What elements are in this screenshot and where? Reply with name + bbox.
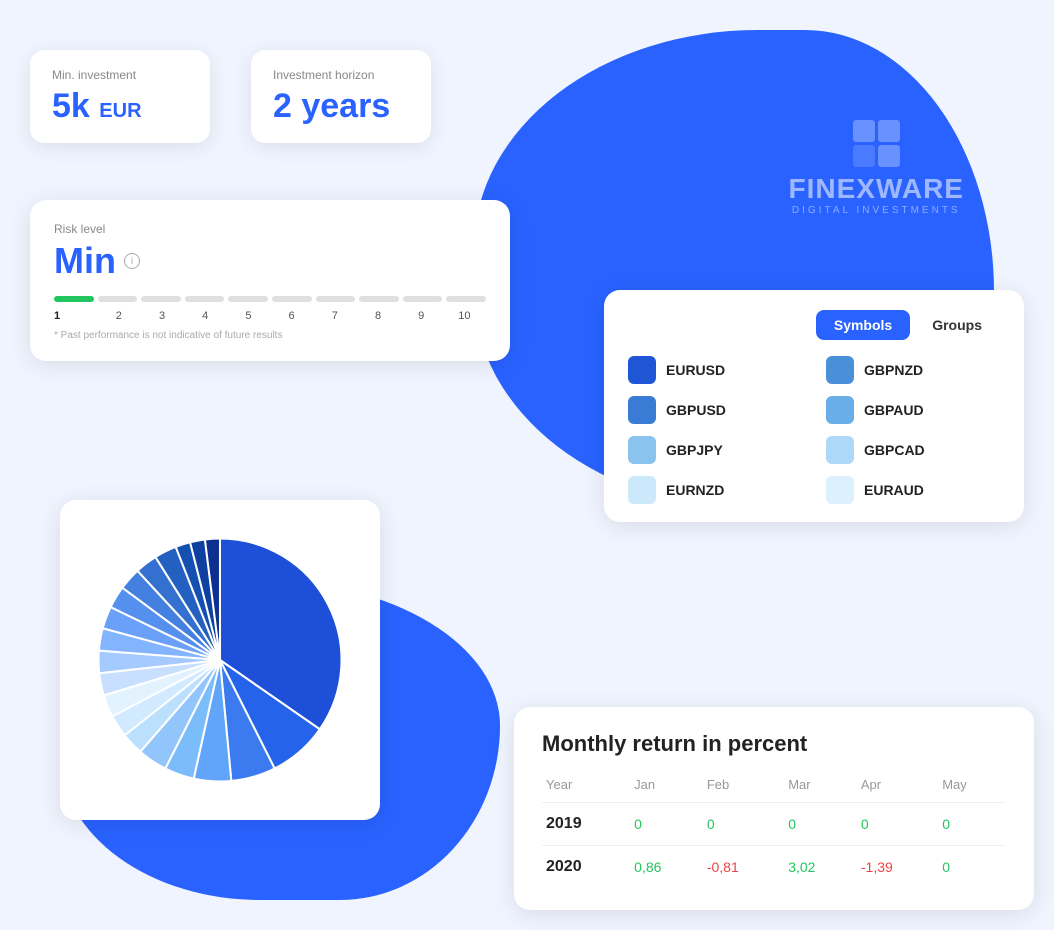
risk-segment-6 bbox=[272, 296, 312, 302]
value-cell: 0 bbox=[938, 846, 1006, 889]
pie-chart bbox=[85, 525, 355, 795]
table-row: 20200,86-0,813,02-1,390 bbox=[542, 846, 1006, 889]
symbol-item: EURUSD bbox=[628, 356, 802, 384]
risk-segment-7 bbox=[316, 296, 356, 302]
risk-segment-8 bbox=[359, 296, 399, 302]
risk-card: Risk level Min i 1 2 3 4 5 6 7 8 9 10 * … bbox=[30, 200, 510, 361]
symbol-name: GBPNZD bbox=[864, 362, 923, 378]
value-cell: -0,81 bbox=[703, 846, 784, 889]
horizon-value: 2 years bbox=[273, 88, 403, 125]
symbol-name: GBPUSD bbox=[666, 402, 726, 418]
logo-name: FINEXWARE bbox=[789, 173, 964, 205]
risk-numbers: 1 2 3 4 5 6 7 8 9 10 bbox=[54, 310, 486, 322]
monthly-col-header: Year bbox=[542, 773, 630, 803]
symbol-color-swatch bbox=[628, 476, 656, 504]
symbol-name: GBPCAD bbox=[864, 442, 925, 458]
logo-area: FINEXWARE Digital Investments bbox=[789, 120, 964, 216]
symbol-item: GBPUSD bbox=[628, 396, 802, 424]
horizon-label: Investment horizon bbox=[273, 68, 403, 82]
value-cell: -1,39 bbox=[857, 846, 938, 889]
monthly-col-header: Jan bbox=[630, 773, 703, 803]
risk-disclaimer: * Past performance is not indicative of … bbox=[54, 330, 486, 341]
logo-icon bbox=[789, 120, 964, 167]
value-cell: 0 bbox=[703, 803, 784, 846]
symbol-item: GBPAUD bbox=[826, 396, 1000, 424]
risk-segment-10 bbox=[446, 296, 486, 302]
year-cell: 2019 bbox=[542, 803, 630, 846]
symbol-item: EURAUD bbox=[826, 476, 1000, 504]
symbol-name: GBPJPY bbox=[666, 442, 723, 458]
value-cell: 0 bbox=[938, 803, 1006, 846]
monthly-col-header: Feb bbox=[703, 773, 784, 803]
risk-segment-1 bbox=[54, 296, 94, 302]
value-cell: 3,02 bbox=[784, 846, 857, 889]
symbol-item: GBPNZD bbox=[826, 356, 1000, 384]
min-investment-value: 5k EUR bbox=[52, 88, 182, 125]
symbol-name: EURUSD bbox=[666, 362, 725, 378]
symbol-name: EURNZD bbox=[666, 482, 724, 498]
symbol-color-swatch bbox=[628, 436, 656, 464]
monthly-col-header: Mar bbox=[784, 773, 857, 803]
symbol-color-swatch bbox=[826, 436, 854, 464]
value-cell: 0,86 bbox=[630, 846, 703, 889]
risk-label: Risk level bbox=[54, 222, 486, 236]
monthly-return-table: YearJanFebMarAprMay20190000020200,86-0,8… bbox=[542, 773, 1006, 888]
risk-segment-9 bbox=[403, 296, 443, 302]
value-cell: 0 bbox=[857, 803, 938, 846]
symbol-item: EURNZD bbox=[628, 476, 802, 504]
monthly-return-title: Monthly return in percent bbox=[542, 731, 1006, 757]
symbol-color-swatch bbox=[826, 396, 854, 424]
horizon-card: Investment horizon 2 years bbox=[251, 50, 431, 143]
year-cell: 2020 bbox=[542, 846, 630, 889]
monthly-return-card: Monthly return in percent YearJanFebMarA… bbox=[514, 707, 1034, 910]
symbols-tabs: Symbols Groups bbox=[628, 310, 1000, 340]
pie-chart-card bbox=[60, 500, 380, 820]
symbol-item: GBPJPY bbox=[628, 436, 802, 464]
value-cell: 0 bbox=[630, 803, 703, 846]
min-investment-card: Min. investment 5k EUR bbox=[30, 50, 210, 143]
risk-value: Min bbox=[54, 240, 116, 282]
risk-segment-3 bbox=[141, 296, 181, 302]
table-row: 201900000 bbox=[542, 803, 1006, 846]
symbols-grid: EURUSD GBPNZD GBPUSD GBPAUD GBPJPY GBPCA… bbox=[628, 356, 1000, 504]
risk-info-icon[interactable]: i bbox=[124, 253, 140, 269]
symbols-card: Symbols Groups EURUSD GBPNZD GBPUSD GBPA… bbox=[604, 290, 1024, 522]
symbol-color-swatch bbox=[628, 356, 656, 384]
logo-subtitle: Digital Investments bbox=[789, 205, 964, 216]
symbol-name: EURAUD bbox=[864, 482, 924, 498]
symbol-color-swatch bbox=[826, 356, 854, 384]
risk-segment-4 bbox=[185, 296, 225, 302]
symbol-color-swatch bbox=[826, 476, 854, 504]
symbol-name: GBPAUD bbox=[864, 402, 924, 418]
risk-segment-2 bbox=[98, 296, 138, 302]
symbol-color-swatch bbox=[628, 396, 656, 424]
min-investment-label: Min. investment bbox=[52, 68, 182, 82]
risk-bar bbox=[54, 296, 486, 302]
monthly-col-header: May bbox=[938, 773, 1006, 803]
value-cell: 0 bbox=[784, 803, 857, 846]
symbol-item: GBPCAD bbox=[826, 436, 1000, 464]
monthly-col-header: Apr bbox=[857, 773, 938, 803]
tab-groups[interactable]: Groups bbox=[914, 310, 1000, 340]
tab-symbols[interactable]: Symbols bbox=[816, 310, 910, 340]
risk-segment-5 bbox=[228, 296, 268, 302]
